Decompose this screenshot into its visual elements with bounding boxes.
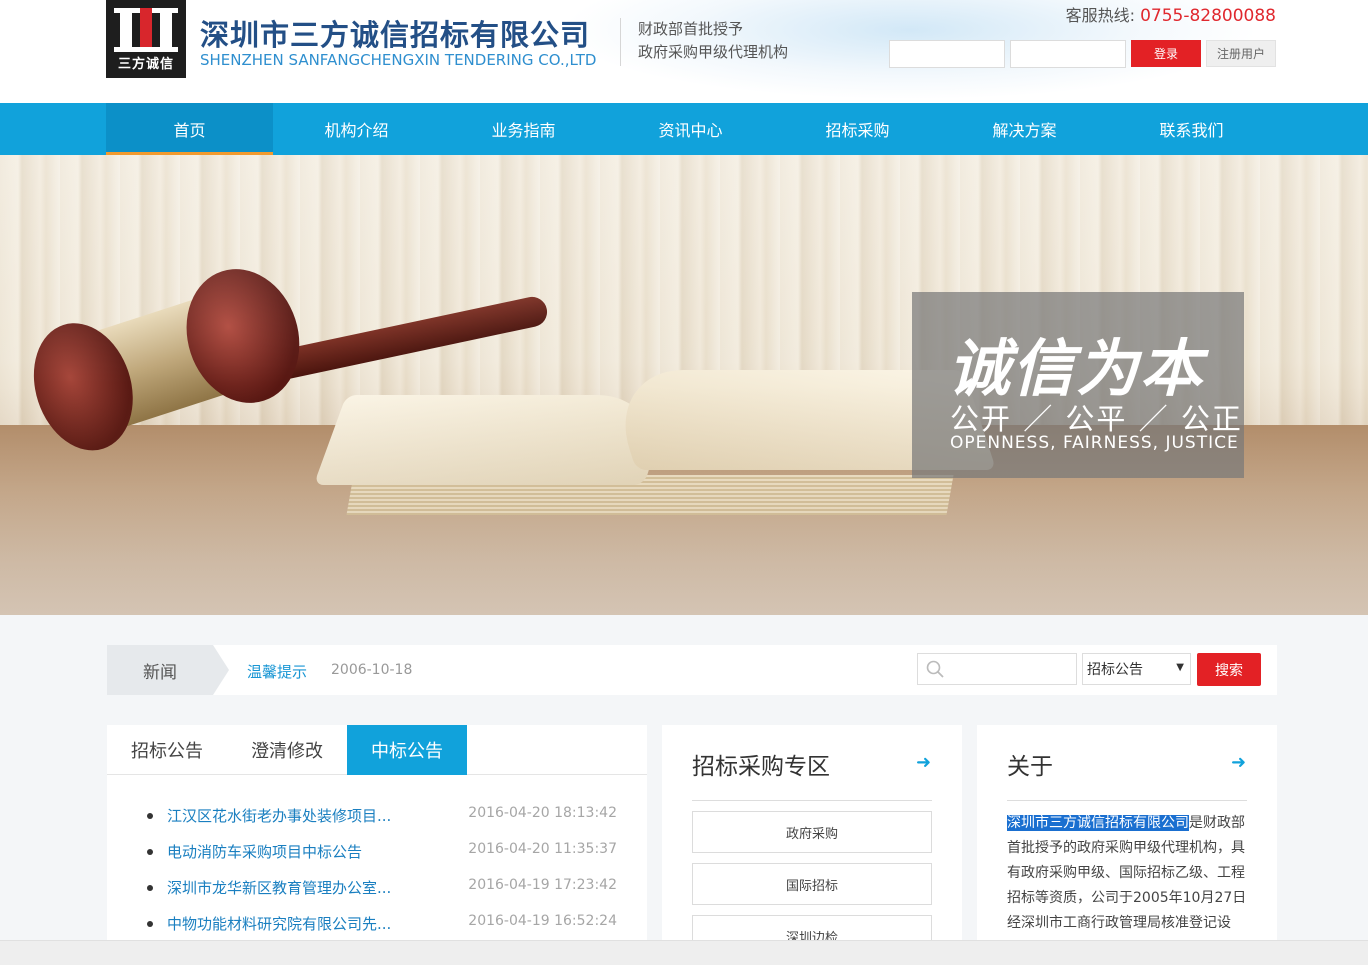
news-headline[interactable]: 温馨提示 bbox=[247, 661, 307, 682]
nav-item-solutions[interactable]: 解决方案 bbox=[941, 103, 1108, 155]
announcements-panel: 招标公告 澄清修改 中标公告 江汉区花水街老办事处装修项目... 2016-04… bbox=[107, 725, 647, 965]
nav-item-news-center[interactable]: 资讯中心 bbox=[607, 103, 774, 155]
about-description: 深圳市三方诚信招标有限公司是财政部首批授予的政府采购甲级代理机构，具有政府采购甲… bbox=[1007, 811, 1247, 936]
main-nav: 首页 机构介绍 业务指南 资讯中心 招标采购 解决方案 联系我们 bbox=[0, 103, 1368, 155]
list-item-title[interactable]: 电动消防车采购项目中标公告 bbox=[167, 841, 362, 862]
list-item-title[interactable]: 江汉区花水街老办事处装修项目... bbox=[167, 805, 391, 826]
list-item-date: 2016-04-20 11:35:37 bbox=[468, 841, 617, 857]
hotline-number: 0755-82800088 bbox=[1140, 6, 1276, 26]
nav-item-about-org[interactable]: 机构介绍 bbox=[273, 103, 440, 155]
news-date: 2006-10-18 bbox=[331, 662, 413, 678]
tab-tender-announcement[interactable]: 招标公告 bbox=[107, 725, 227, 775]
list-item-date: 2016-04-19 16:52:24 bbox=[468, 913, 617, 929]
nav-item-tender-procurement[interactable]: 招标采购 bbox=[774, 103, 941, 155]
password-input[interactable] bbox=[1010, 40, 1126, 68]
search-icon bbox=[926, 660, 944, 678]
site-header: 三方诚信 深圳市三方诚信招标有限公司 SHENZHEN SANFANGCHENG… bbox=[0, 0, 1368, 103]
search-button[interactable]: 搜索 bbox=[1197, 653, 1261, 686]
bullet-icon bbox=[147, 813, 153, 819]
about-title: 关于 bbox=[1007, 754, 1053, 780]
company-name-en: SHENZHEN SANFANGCHENGXIN TENDERING CO.,L… bbox=[200, 51, 597, 69]
nav-item-contact[interactable]: 联系我们 bbox=[1108, 103, 1275, 155]
award-list: 江汉区花水街老办事处装修项目... 2016-04-20 18:13:42 电动… bbox=[147, 805, 617, 949]
username-input[interactable] bbox=[889, 40, 1005, 68]
header-divider bbox=[620, 18, 621, 66]
logo-text: 三方诚信 bbox=[117, 57, 174, 72]
category-select-value: 招标公告 bbox=[1087, 662, 1143, 678]
list-item-date: 2016-04-19 17:23:42 bbox=[468, 877, 617, 893]
list-item[interactable]: 电动消防车采购项目中标公告 2016-04-20 11:35:37 bbox=[147, 841, 617, 877]
zone-button-international-tender[interactable]: 国际招标 bbox=[692, 863, 932, 905]
zone-button-gov-procurement[interactable]: 政府采购 bbox=[692, 811, 932, 853]
tagline-line-1: 财政部首批授予 bbox=[638, 20, 744, 38]
list-item-title[interactable]: 中物功能材料研究院有限公司先... bbox=[167, 913, 391, 934]
about-highlight: 深圳市三方诚信招标有限公司 bbox=[1007, 815, 1189, 831]
list-item-date: 2016-04-20 18:13:42 bbox=[468, 805, 617, 821]
register-button[interactable]: 注册用户 bbox=[1206, 40, 1276, 67]
company-logo[interactable]: 三方诚信 bbox=[106, 0, 186, 78]
about-panel: 关于 ➜ 深圳市三方诚信招标有限公司是财政部首批授予的政府采购甲级代理机构，具有… bbox=[977, 725, 1277, 965]
panel-divider bbox=[1007, 800, 1247, 801]
chevron-down-icon: ▼ bbox=[1176, 662, 1184, 673]
list-item-title[interactable]: 深圳市龙华新区教育管理办公室... bbox=[167, 877, 391, 898]
search-input[interactable] bbox=[950, 657, 1070, 681]
arrow-right-icon[interactable]: ➜ bbox=[916, 752, 931, 773]
slogan-en: OPENNESS, FAIRNESS, JUSTICE bbox=[950, 433, 1239, 453]
tab-clarification[interactable]: 澄清修改 bbox=[227, 725, 347, 775]
news-label: 新闻 bbox=[107, 645, 213, 695]
nav-item-business-guide[interactable]: 业务指南 bbox=[440, 103, 607, 155]
hotline: 客服热线: 0755-82800088 bbox=[1066, 2, 1276, 26]
banner-slogan: 诚信为本 公开 ／ 公平 ／ 公正 OPENNESS, FAIRNESS, JU… bbox=[912, 292, 1244, 478]
slogan-sub: 公开 ／ 公平 ／ 公正 bbox=[950, 402, 1243, 436]
hotline-label: 客服热线: bbox=[1065, 6, 1135, 25]
bullet-icon bbox=[147, 849, 153, 855]
news-ticker: 新闻 温馨提示 2006-10-18 招标公告 ▼ 搜索 bbox=[107, 645, 1277, 695]
about-body: 是财政部首批授予的政府采购甲级代理机构，具有政府采购甲级、国际招标乙级、工程招标… bbox=[1007, 815, 1247, 931]
bullet-icon bbox=[147, 921, 153, 927]
panel-divider bbox=[692, 800, 932, 801]
company-name-cn: 深圳市三方诚信招标有限公司 bbox=[200, 18, 591, 52]
procurement-zone-panel: 招标采购专区 ➜ 政府采购 国际招标 深圳边检 bbox=[662, 725, 962, 965]
nav-item-home[interactable]: 首页 bbox=[106, 103, 273, 155]
logo-columns-icon bbox=[114, 8, 178, 52]
page-bottom-strip bbox=[0, 940, 1368, 965]
category-select[interactable]: 招标公告 ▼ bbox=[1082, 653, 1191, 685]
search-field[interactable] bbox=[917, 653, 1077, 685]
login-button[interactable]: 登录 bbox=[1131, 40, 1201, 67]
procurement-zone-title: 招标采购专区 bbox=[692, 754, 830, 780]
bullet-icon bbox=[147, 885, 153, 891]
arrow-right-icon[interactable]: ➜ bbox=[1231, 752, 1246, 773]
news-label-arrow bbox=[213, 645, 229, 695]
tab-award-announcement[interactable]: 中标公告 bbox=[347, 725, 467, 775]
tagline-line-2: 政府采购甲级代理机构 bbox=[638, 43, 789, 61]
announcement-tabs: 招标公告 澄清修改 中标公告 bbox=[107, 725, 647, 775]
list-item[interactable]: 深圳市龙华新区教育管理办公室... 2016-04-19 17:23:42 bbox=[147, 877, 617, 913]
slogan-main: 诚信为本 bbox=[948, 332, 1205, 405]
list-item[interactable]: 江汉区花水街老办事处装修项目... 2016-04-20 18:13:42 bbox=[147, 805, 617, 841]
hero-banner: 诚信为本 公开 ／ 公平 ／ 公正 OPENNESS, FAIRNESS, JU… bbox=[0, 155, 1368, 615]
